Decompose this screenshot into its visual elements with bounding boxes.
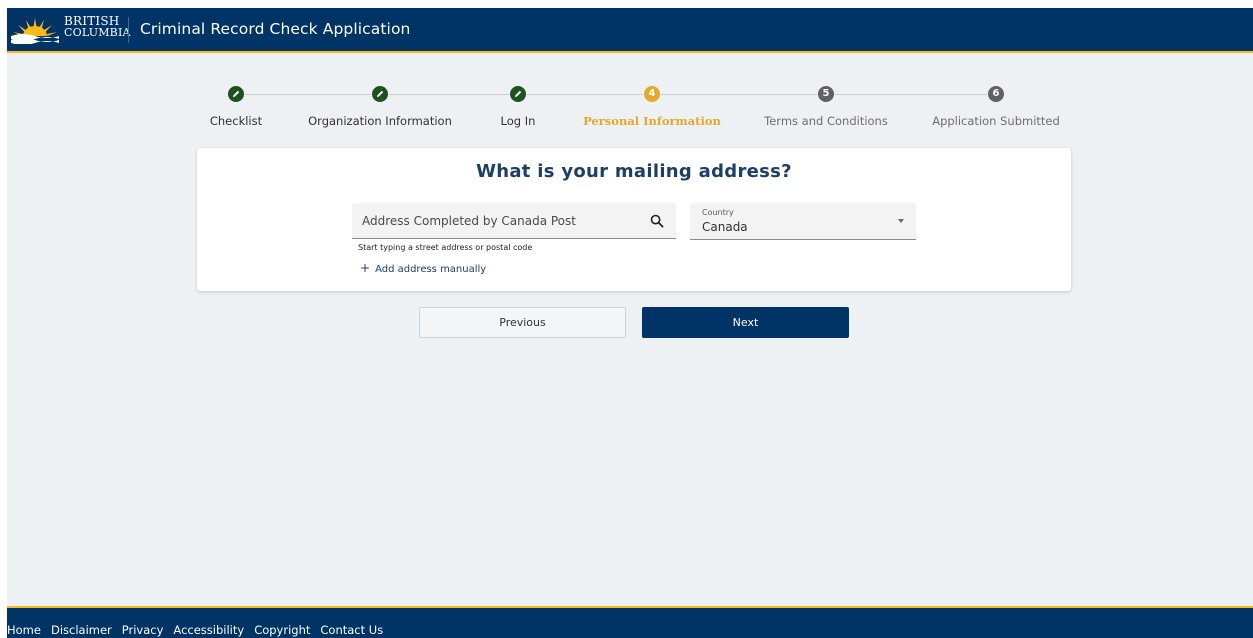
country-select[interactable]: Country Canada (690, 203, 916, 240)
step-terms-and-conditions: 5 Terms and Conditions (736, 86, 916, 128)
country-value: Canada (702, 220, 748, 234)
sun-logo-icon (11, 18, 59, 44)
add-address-manually-link[interactable]: + Add address manually (360, 261, 486, 275)
footer-link-copyright[interactable]: Copyright (254, 623, 310, 637)
plus-icon: + (360, 261, 371, 275)
address-hint: Start typing a street address or postal … (358, 243, 533, 252)
check-pencil-icon (372, 86, 388, 102)
check-pencil-icon (228, 86, 244, 102)
step-number-badge: 5 (818, 86, 834, 102)
progress-stepper: Checklist Organization Information Log I… (7, 86, 1253, 136)
address-field[interactable] (352, 203, 676, 239)
logo-wordmark: BRITISH COLUMBIA (64, 15, 131, 39)
footer-link-disclaimer[interactable]: Disclaimer (51, 623, 112, 637)
step-label: Terms and Conditions (764, 114, 888, 128)
logo-line-2: COLUMBIA (64, 26, 131, 39)
previous-button[interactable]: Previous (419, 307, 626, 338)
mailing-address-card: What is your mailing address? Start typi… (197, 148, 1071, 291)
step-application-submitted: 6 Application Submitted (906, 86, 1086, 128)
footer-link-privacy[interactable]: Privacy (122, 623, 164, 637)
footer-bar: Home Disclaimer Privacy Accessibility Co… (7, 606, 1253, 638)
footer-link-accessibility[interactable]: Accessibility (173, 623, 244, 637)
address-search-input[interactable] (352, 203, 642, 238)
step-personal-information[interactable]: 4 Personal Information (562, 86, 742, 128)
header-divider (128, 17, 129, 43)
question-heading: What is your mailing address? (476, 161, 792, 182)
bc-gov-logo[interactable]: BRITISH COLUMBIA (11, 12, 130, 48)
add-address-manually-label: Add address manually (375, 264, 487, 275)
step-label: Application Submitted (932, 114, 1060, 128)
country-label: Country (702, 208, 734, 217)
search-icon[interactable] (650, 214, 664, 228)
step-number-badge: 4 (644, 86, 660, 102)
footer-link-contact-us[interactable]: Contact Us (320, 623, 383, 637)
footer-nav: Home Disclaimer Privacy Accessibility Co… (7, 623, 393, 637)
header-bar: BRITISH COLUMBIA Criminal Record Check A… (7, 8, 1253, 53)
next-button[interactable]: Next (642, 307, 849, 338)
step-label: Personal Information (583, 114, 721, 128)
step-number-badge: 6 (988, 86, 1004, 102)
app-shell: BRITISH COLUMBIA Criminal Record Check A… (7, 8, 1253, 638)
check-pencil-icon (510, 86, 526, 102)
caret-down-icon (898, 219, 904, 223)
app-title: Criminal Record Check Application (140, 20, 411, 38)
footer-link-home[interactable]: Home (7, 623, 41, 637)
